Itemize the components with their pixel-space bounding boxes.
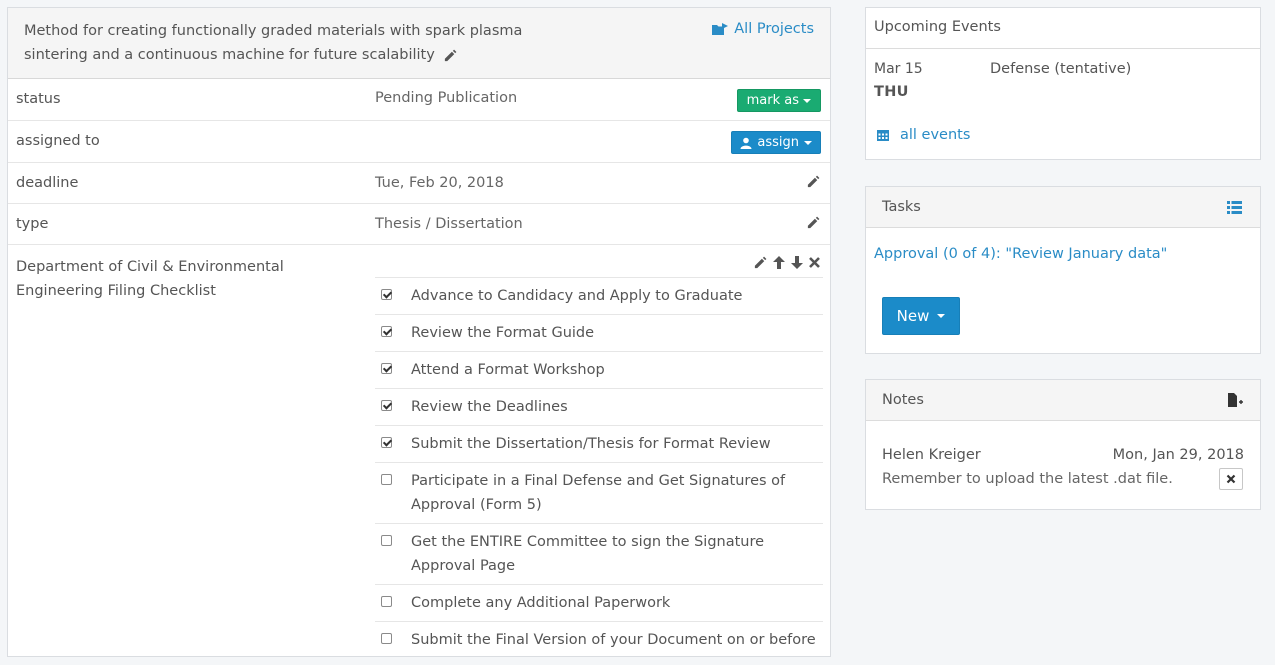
checklist-item[interactable]: Review the Deadlines: [375, 388, 823, 425]
status-label: status: [16, 91, 61, 107]
note-body: Remember to upload the latest .dat file.: [882, 471, 1173, 487]
delete-note-close-icon[interactable]: [1219, 468, 1243, 490]
checkbox-checked[interactable]: [381, 326, 392, 337]
checkbox-checked[interactable]: [381, 437, 392, 448]
event-name: Defense (tentative): [990, 61, 1132, 77]
checkbox-checked[interactable]: [381, 363, 392, 374]
arrow-down-icon[interactable]: [790, 255, 804, 270]
checklist-item[interactable]: Submit the Dissertation/Thesis for Forma…: [375, 425, 823, 462]
checklist-item-text: Advance to Candidacy and Apply to Gradua…: [411, 288, 743, 304]
add-note-file-icon[interactable]: [1227, 393, 1244, 408]
checklist-item-text: Attend a Format Workshop: [411, 362, 605, 378]
list-view-icon[interactable]: [1227, 201, 1242, 214]
checklist-item-text: Complete any Additional Paperwork: [411, 595, 671, 611]
new-task-label: New: [896, 307, 930, 325]
checklist-item[interactable]: Complete any Additional Paperwork: [375, 584, 823, 621]
delete-checklist-close-icon[interactable]: [808, 256, 821, 269]
all-events-label: all events: [900, 127, 971, 143]
deadline-row: deadline Tue, Feb 20, 2018: [8, 163, 830, 204]
checkbox-checked[interactable]: [381, 400, 392, 411]
project-panel: Method for creating functionally graded …: [7, 7, 831, 657]
checkbox-checked[interactable]: [381, 289, 392, 300]
checklist-tools: [753, 255, 821, 270]
caret-down-icon: [803, 98, 811, 103]
checklist-item-text: Submit the Dissertation/Thesis for Forma…: [411, 436, 771, 452]
note-date: Mon, Jan 29, 2018: [1112, 447, 1244, 463]
all-projects-label: All Projects: [734, 21, 814, 37]
notes-title: Notes: [882, 392, 924, 408]
tasks-panel: Tasks Approval (0 of 4): "Review January…: [865, 186, 1261, 354]
deadline-value: Tue, Feb 20, 2018: [375, 175, 504, 191]
assigned-row: assigned to assign: [8, 121, 830, 163]
assign-button[interactable]: assign: [731, 131, 821, 154]
assigned-label: assigned to: [16, 133, 100, 149]
upcoming-events-panel: Upcoming Events Mar 15 THU Defense (tent…: [865, 7, 1261, 160]
new-task-button[interactable]: New: [882, 297, 960, 335]
checklist-item-text: Review the Format Guide: [411, 325, 595, 341]
deadline-label: deadline: [16, 175, 79, 191]
checkbox-unchecked[interactable]: [381, 633, 392, 644]
events-header: Upcoming Events: [866, 8, 1260, 49]
note-author: Helen Kreiger: [882, 447, 981, 463]
mark-as-button[interactable]: mark as: [736, 89, 821, 112]
tasks-header: Tasks: [866, 187, 1260, 228]
checkbox-unchecked[interactable]: [381, 474, 392, 485]
caret-down-icon: [937, 314, 946, 318]
notes-panel: Notes Helen Kreiger Mon, Jan 29, 2018 Re…: [865, 379, 1261, 510]
event-day: THU: [874, 84, 909, 100]
edit-checklist-pencil-icon[interactable]: [753, 255, 768, 270]
checklist-item-text: Participate in a Final Defense and Get S…: [411, 473, 786, 513]
edit-type-pencil-icon[interactable]: [806, 215, 821, 230]
type-label: type: [16, 216, 49, 232]
event-date: Mar 15: [874, 61, 923, 77]
checklist-item-text: Submit the Final Version of your Documen…: [411, 632, 816, 648]
tasks-title: Tasks: [882, 199, 921, 215]
project-title: Method for creating functionally graded …: [24, 19, 544, 67]
project-header: Method for creating functionally graded …: [8, 8, 830, 79]
checklist-item[interactable]: Get the ENTIRE Committee to sign the Sig…: [375, 523, 823, 584]
status-row: status Pending Publication mark as: [8, 79, 830, 121]
caret-down-icon: [804, 140, 812, 145]
checklist-item[interactable]: Submit the Final Version of your Documen…: [375, 621, 823, 658]
checklist-item[interactable]: Participate in a Final Defense and Get S…: [375, 462, 823, 523]
events-title: Upcoming Events: [874, 19, 1001, 35]
edit-title-pencil-icon[interactable]: [443, 48, 458, 63]
checkbox-unchecked[interactable]: [381, 596, 392, 607]
status-value: Pending Publication: [375, 90, 518, 106]
all-projects-link[interactable]: All Projects: [711, 21, 814, 37]
task-link[interactable]: Approval (0 of 4): "Review January data": [874, 246, 1167, 262]
checkbox-unchecked[interactable]: [381, 535, 392, 546]
arrow-up-icon[interactable]: [772, 255, 786, 270]
checklist-row: Department of Civil & Environmental Engi…: [8, 245, 830, 665]
checklist-item-text: Get the ENTIRE Committee to sign the Sig…: [411, 534, 765, 574]
mark-as-label: mark as: [746, 93, 799, 108]
checklist-item[interactable]: Attend a Format Workshop: [375, 351, 823, 388]
type-value: Thesis / Dissertation: [375, 216, 523, 232]
checklist-item[interactable]: Advance to Candidacy and Apply to Gradua…: [375, 277, 823, 314]
checklist-item-text: Review the Deadlines: [411, 399, 568, 415]
notes-header: Notes: [866, 380, 1260, 421]
checklist-items: Advance to Candidacy and Apply to Gradua…: [375, 277, 823, 658]
calendar-icon: [876, 128, 890, 142]
edit-deadline-pencil-icon[interactable]: [806, 174, 821, 189]
assign-label: assign: [757, 135, 799, 150]
all-events-link[interactable]: all events: [876, 127, 970, 143]
folder-share-icon: [711, 22, 729, 36]
type-row: type Thesis / Dissertation: [8, 204, 830, 245]
user-icon: [740, 137, 752, 149]
checklist-name: Department of Civil & Environmental Engi…: [16, 259, 284, 299]
checklist-item[interactable]: Review the Format Guide: [375, 314, 823, 351]
